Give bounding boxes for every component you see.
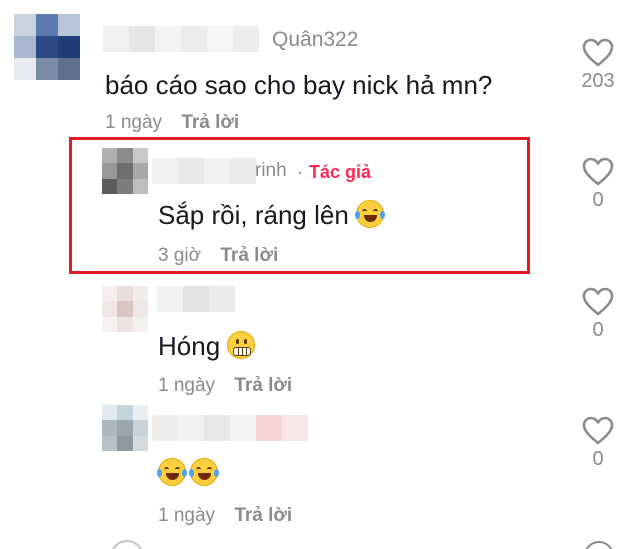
like-count: 203 bbox=[581, 70, 615, 92]
comment-text-content: Hóng bbox=[158, 331, 221, 361]
reply-button[interactable]: Trả lời bbox=[234, 375, 292, 396]
heart-icon bbox=[582, 157, 614, 186]
comment-username[interactable]: rinh bbox=[255, 160, 287, 182]
comment-text: báo cáo sao cho bay nick hả mn? bbox=[105, 70, 493, 100]
comment-meta: 1 ngày Trả lời bbox=[158, 505, 292, 527]
reply-button[interactable]: Trả lời bbox=[181, 112, 239, 133]
heart-icon[interactable] bbox=[584, 541, 614, 549]
like-count: 0 bbox=[592, 448, 604, 470]
blurred-username bbox=[103, 26, 259, 52]
laughing-emoji-icon bbox=[189, 458, 219, 486]
avatar[interactable] bbox=[110, 540, 144, 549]
like-button[interactable]: 0 bbox=[573, 157, 623, 212]
comment-time: 3 giờ bbox=[158, 245, 202, 266]
comment-meta: 1 ngày Trả lời bbox=[158, 375, 292, 397]
like-button[interactable]: 203 bbox=[573, 38, 623, 93]
laughing-emoji-icon bbox=[355, 200, 386, 228]
avatar[interactable] bbox=[102, 286, 148, 332]
comment-time: 1 ngày bbox=[158, 375, 216, 396]
reply-button[interactable]: Trả lời bbox=[220, 245, 278, 266]
heart-icon bbox=[582, 38, 614, 67]
comment-time: 1 ngày bbox=[158, 505, 216, 526]
avatar[interactable] bbox=[14, 14, 80, 80]
like-count: 0 bbox=[592, 189, 604, 211]
avatar[interactable] bbox=[102, 405, 148, 451]
grimacing-emoji-icon bbox=[227, 331, 256, 359]
like-button[interactable]: 0 bbox=[573, 287, 623, 342]
comment-text bbox=[157, 458, 219, 489]
comments-section: Quân322 báo cáo sao cho bay nick hả mn? … bbox=[0, 0, 640, 549]
separator-dot: · bbox=[297, 162, 303, 182]
comment-meta: 1 ngày Trả lời bbox=[105, 112, 239, 134]
like-button[interactable]: 0 bbox=[573, 416, 623, 471]
heart-icon bbox=[582, 416, 614, 445]
blurred-username bbox=[152, 158, 256, 184]
heart-icon bbox=[582, 287, 614, 316]
blurred-username bbox=[157, 286, 235, 312]
like-count: 0 bbox=[592, 319, 604, 341]
avatar[interactable] bbox=[102, 148, 148, 194]
reply-button[interactable]: Trả lời bbox=[234, 505, 292, 526]
author-label: Tác giả bbox=[309, 162, 372, 182]
author-badge: · Tác giả bbox=[297, 162, 371, 183]
comment-text-content: Sắp rồi, ráng lên bbox=[158, 200, 349, 230]
laughing-emoji-icon bbox=[157, 458, 187, 486]
comment-username[interactable]: Quân322 bbox=[272, 28, 358, 52]
comment-meta: 3 giờ Trả lời bbox=[158, 245, 278, 267]
comment-text: Sắp rồi, ráng lên bbox=[158, 200, 386, 231]
comment-time: 1 ngày bbox=[105, 112, 163, 133]
blurred-username bbox=[152, 415, 308, 441]
comment-text: Hóng bbox=[158, 331, 256, 362]
